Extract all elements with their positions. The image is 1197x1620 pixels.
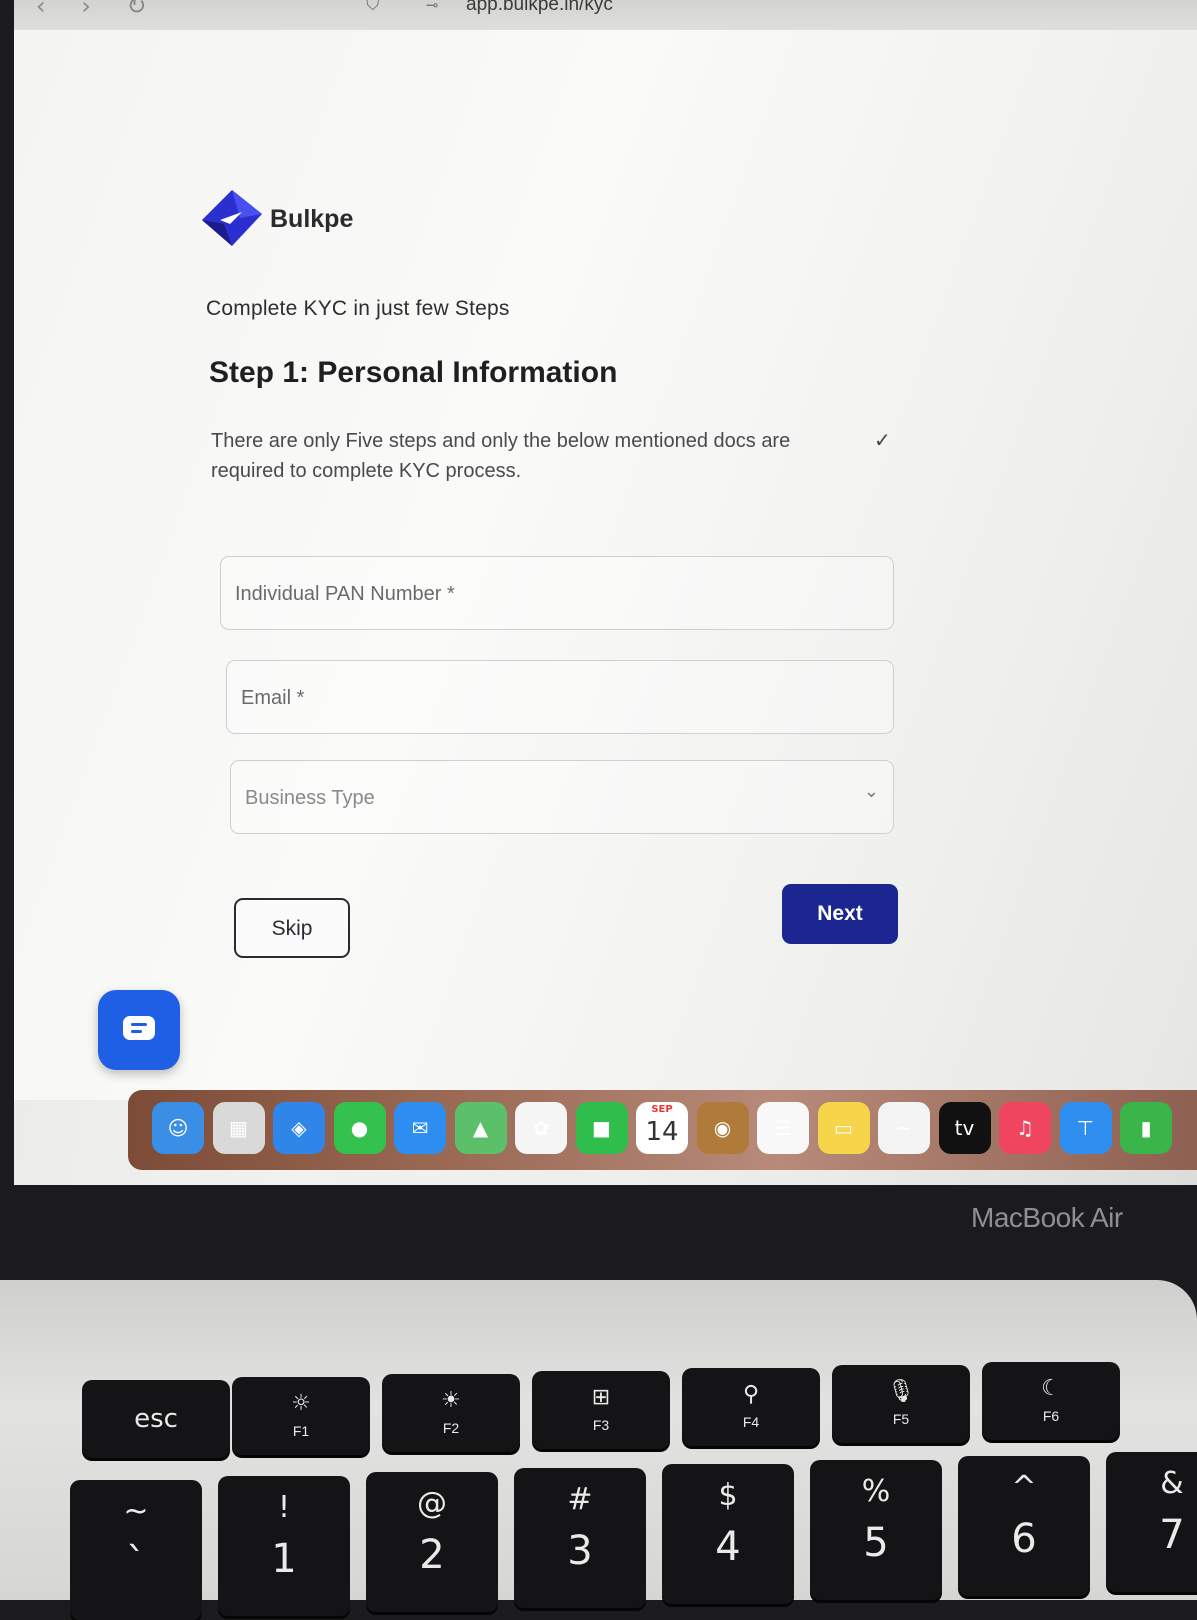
business-type-placeholder: Business Type <box>245 787 375 809</box>
kyc-page: Bulkpe Complete KYC in just few Steps St… <box>14 30 1197 1100</box>
site-settings-icon[interactable]: ⊸ <box>426 0 439 14</box>
calendar-month: SEP <box>651 1104 673 1115</box>
key-f1-icon: ☼ <box>291 1391 311 1416</box>
key-number-0-shift: ~ <box>123 1494 149 1529</box>
chat-button[interactable] <box>98 990 180 1070</box>
mail-icon[interactable]: ✉ <box>394 1102 446 1154</box>
apple-tv-icon[interactable]: tv <box>938 1102 991 1154</box>
key-f6[interactable]: ☾ F6 <box>982 1362 1120 1440</box>
numbers-icon[interactable]: ▮ <box>1120 1102 1172 1154</box>
key-number-6[interactable]: ^ 6 <box>958 1456 1090 1596</box>
key-f6-icon: ☾ <box>1041 1376 1061 1401</box>
calendar-icon[interactable]: SEP 14 <box>636 1102 688 1154</box>
key-f3[interactable]: ⊞ F3 <box>532 1371 670 1449</box>
key-f1[interactable]: ☼ F1 <box>232 1377 370 1455</box>
key-esc-label: esc <box>134 1404 178 1434</box>
key-f2-label: F2 <box>442 1420 460 1436</box>
key-f5-label: F5 <box>892 1411 910 1427</box>
pan-number-placeholder: Individual PAN Number * <box>235 583 455 605</box>
email-input[interactable]: Email * <box>226 660 894 734</box>
finder-icon[interactable]: ☺ <box>152 1102 204 1154</box>
step-title: Step 1: Personal Information <box>209 356 618 389</box>
notes-icon[interactable]: ▭ <box>817 1102 870 1154</box>
key-number-4[interactable]: $4 <box>662 1464 794 1604</box>
brand-name: Bulkpe <box>270 205 354 233</box>
keyboard: esc ☼ F1 ☀ F2 ⊞ F3 ⚲ F4 🎙 F5 ☾ F6 ~ `! 1 @2 #3 $4% 5 ^ 6 & 7 <box>0 1280 1197 1620</box>
facetime-icon[interactable]: ■ <box>575 1102 628 1154</box>
key-number-3[interactable]: #3 <box>514 1468 646 1608</box>
key-number-1[interactable]: ! 1 <box>218 1476 350 1616</box>
key-f3-label: F3 <box>592 1417 610 1433</box>
browser-toolbar: ‹ › ↻ ⛉ ⊸ app.bulkpe.in/kyc <box>14 0 1197 30</box>
chevron-down-icon: ⌄ <box>863 781 879 802</box>
key-f4-label: F4 <box>742 1414 760 1430</box>
key-number-4-main: 4 <box>715 1524 741 1570</box>
key-f2[interactable]: ☀ F2 <box>382 1374 520 1452</box>
chevron-down-icon[interactable]: ✓ <box>874 428 891 452</box>
key-number-7-shift: & <box>1160 1466 1184 1501</box>
key-number-3-shift: # <box>567 1482 593 1517</box>
key-number-6-shift: ^ <box>1011 1470 1037 1505</box>
browser-nav-icon[interactable]: ‹ › ↻ <box>36 0 161 20</box>
address-bar[interactable]: app.bulkpe.in/kyc <box>466 0 613 16</box>
device-label: MacBook Air <box>971 1202 1123 1233</box>
key-number-0[interactable]: ~ ` <box>70 1480 202 1620</box>
key-f2-icon: ☀ <box>441 1388 461 1413</box>
bulkpe-logo-icon <box>202 190 262 246</box>
key-number-2-shift: @ <box>417 1486 447 1521</box>
music-icon[interactable]: ♫ <box>999 1102 1051 1154</box>
safari-icon[interactable]: ◈ <box>273 1102 325 1154</box>
key-number-5[interactable]: % 5 <box>810 1460 942 1600</box>
key-number-1-shift: ! <box>277 1490 291 1525</box>
key-f3-icon: ⊞ <box>591 1385 611 1410</box>
photos-icon[interactable]: ✿ <box>515 1102 567 1154</box>
key-f4-icon: ⚲ <box>742 1382 760 1407</box>
key-f4[interactable]: ⚲ F4 <box>682 1368 820 1446</box>
key-number-2[interactable]: @2 <box>366 1472 498 1612</box>
key-number-1-main: 1 <box>271 1536 297 1582</box>
laptop-screen: ‹ › ↻ ⛉ ⊸ app.bulkpe.in/kyc Bulkpe Compl… <box>14 0 1197 1185</box>
contacts-icon[interactable]: ◉ <box>696 1102 749 1154</box>
email-placeholder: Email * <box>241 687 305 709</box>
business-type-select[interactable]: Business Type ⌄ <box>230 760 894 834</box>
messages-icon[interactable]: ● <box>333 1102 386 1154</box>
freeform-icon[interactable]: ~ <box>878 1102 930 1154</box>
next-button[interactable]: Next <box>782 884 898 944</box>
skip-button[interactable]: Skip <box>234 898 350 958</box>
kyc-tagline: Complete KYC in just few Steps <box>206 297 510 320</box>
key-number-2-main: 2 <box>419 1532 445 1578</box>
key-f6-label: F6 <box>1042 1408 1060 1424</box>
kyc-description: There are only Five steps and only the b… <box>211 430 791 482</box>
key-number-6-main: 6 <box>1011 1516 1037 1562</box>
key-number-5-shift: % <box>861 1474 891 1509</box>
key-f5[interactable]: 🎙 F5 <box>832 1365 970 1443</box>
maps-icon[interactable]: ▲ <box>454 1102 507 1154</box>
chat-icon <box>123 1016 155 1040</box>
key-number-3-main: 3 <box>567 1528 593 1574</box>
key-esc[interactable]: esc <box>82 1380 230 1458</box>
key-f5-icon: 🎙 <box>887 1379 915 1404</box>
keynote-icon[interactable]: ⊤ <box>1059 1102 1112 1154</box>
launchpad-icon[interactable]: ▦ <box>212 1102 265 1154</box>
key-number-7-main: 7 <box>1159 1512 1185 1558</box>
key-number-5-main: 5 <box>863 1520 889 1566</box>
key-number-0-main: ` <box>126 1540 146 1586</box>
macos-dock: ☺ ▦ ◈ ● ✉ ▲ ✿ ■ SEP 14 ◉ ☰ ▭ ~ tv ♫ ⊤ ▮ <box>128 1090 1197 1170</box>
reminders-icon[interactable]: ☰ <box>757 1102 809 1154</box>
bookmark-icon[interactable]: ⛉ <box>366 0 380 15</box>
key-number-7[interactable]: & 7 <box>1106 1452 1197 1592</box>
pan-number-input[interactable]: Individual PAN Number * <box>220 556 894 630</box>
key-f1-label: F1 <box>292 1423 310 1439</box>
key-number-4-shift: $ <box>718 1478 738 1513</box>
calendar-day: 14 <box>645 1117 679 1147</box>
